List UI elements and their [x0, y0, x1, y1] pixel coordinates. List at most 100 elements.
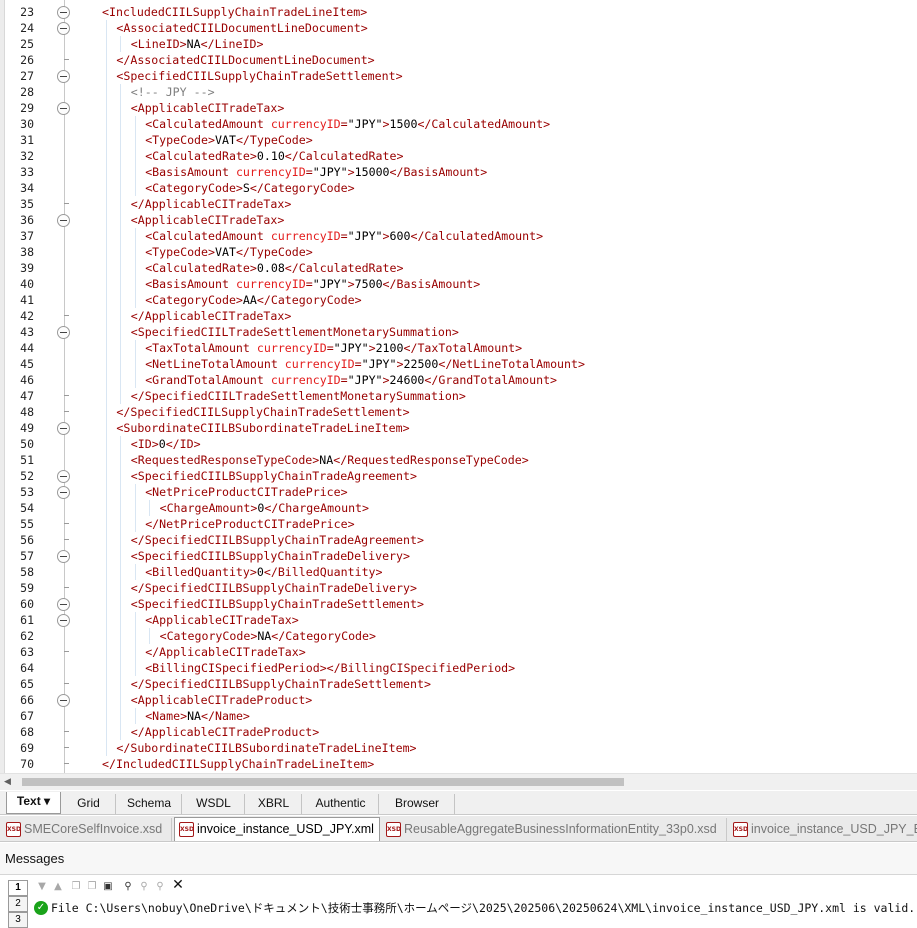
- find-icon[interactable]: ⚲: [122, 881, 134, 893]
- code-line[interactable]: 50 <ID>0</ID>: [0, 436, 917, 452]
- xml-text-editor[interactable]: 23 <IncludedCIILSupplyChainTradeLineItem>…: [0, 0, 917, 773]
- code-line[interactable]: 59 </SpecifiedCIILBSupplyChainTradeDelive…: [0, 580, 917, 596]
- code-line[interactable]: 39 <CalculatedRate>0.08</CalculatedRate>: [0, 260, 917, 276]
- message-tab-1[interactable]: 1: [8, 880, 28, 896]
- code-line[interactable]: 62 <CategoryCode>NA</CategoryCode>: [0, 628, 917, 644]
- chevron-down-icon[interactable]: ▾: [44, 794, 50, 808]
- code-line[interactable]: 36 <ApplicableCITradeTax>: [0, 212, 917, 228]
- collapse-fold-icon[interactable]: [57, 614, 70, 627]
- xml-tag: </SpecifiedCIILBSupplyChainTradeDelivery…: [130, 581, 417, 595]
- collapse-fold-icon[interactable]: [57, 470, 70, 483]
- collapse-fold-icon[interactable]: [57, 486, 70, 499]
- code-line[interactable]: 43 <SpecifiedCIILTradeSettlementMonetaryS…: [0, 324, 917, 340]
- tab-text[interactable]: Text ▾: [6, 792, 61, 814]
- tab-grid[interactable]: Grid: [62, 794, 116, 814]
- code-text: </SubordinateCIILBSubordinateTradeLineIt…: [116, 740, 416, 756]
- file-tab-invoice-instance-usd-jpy[interactable]: XSD invoice_instance_USD_JPY.xml: [174, 817, 380, 841]
- code-line[interactable]: 52 <SpecifiedCIILBSupplyChainTradeAgreeme…: [0, 468, 917, 484]
- horizontal-scrollbar-thumb[interactable]: [22, 778, 624, 786]
- code-line[interactable]: 68 </ApplicableCITradeProduct>: [0, 724, 917, 740]
- file-tab-smecoreselfinvoice[interactable]: XSD SMECoreSelfInvoice.xsd: [2, 818, 172, 841]
- collapse-fold-icon[interactable]: [57, 70, 70, 83]
- collapse-fold-icon[interactable]: [57, 598, 70, 611]
- collapse-fold-icon[interactable]: [57, 214, 70, 227]
- horizontal-scrollbar[interactable]: ◀: [0, 773, 917, 790]
- collapse-fold-icon[interactable]: [57, 694, 70, 707]
- copy-message-icon[interactable]: ❐: [70, 881, 82, 893]
- code-line[interactable]: 53 <NetPriceProductCITradePrice>: [0, 484, 917, 500]
- xml-tag: </CategoryCode>: [256, 293, 362, 307]
- indent-guide: [120, 308, 122, 324]
- code-line[interactable]: 55 </NetPriceProductCITradePrice>: [0, 516, 917, 532]
- find-next-icon[interactable]: ⚲: [138, 881, 150, 893]
- messages-title: Messages: [5, 851, 65, 866]
- code-line[interactable]: 33 <BasisAmount currencyID="JPY">15000</B…: [0, 164, 917, 180]
- file-tab-reusable-aggregate[interactable]: XSD ReusableAggregateBusinessInformation…: [382, 818, 727, 841]
- previous-up-icon[interactable]: ▲: [52, 881, 64, 893]
- code-line[interactable]: 51 <RequestedResponseTypeCode>NA</Request…: [0, 452, 917, 468]
- copy-all-messages-icon[interactable]: ▣: [102, 881, 114, 893]
- code-line[interactable]: 67 <Name>NA</Name>: [0, 708, 917, 724]
- code-line[interactable]: 60 <SpecifiedCIILBSupplyChainTradeSettlem…: [0, 596, 917, 612]
- code-line[interactable]: 65 </SpecifiedCIILBSupplyChainTradeSettle…: [0, 676, 917, 692]
- code-line[interactable]: 46 <GrandTotalAmount currencyID="JPY">246…: [0, 372, 917, 388]
- tab-schema[interactable]: Schema: [117, 794, 182, 814]
- code-line[interactable]: 45 <NetLineTotalAmount currencyID="JPY">2…: [0, 356, 917, 372]
- collapse-fold-icon[interactable]: [57, 550, 70, 563]
- line-number: 25: [20, 37, 34, 51]
- tab-browser[interactable]: Browser: [380, 794, 455, 814]
- copy-all-icon[interactable]: ❐: [86, 881, 98, 893]
- code-line[interactable]: 32 <CalculatedRate>0.10</CalculatedRate>: [0, 148, 917, 164]
- collapse-fold-icon[interactable]: [57, 326, 70, 339]
- xml-tag: <LineID>: [130, 37, 187, 51]
- code-line[interactable]: 69 </SubordinateCIILBSubordinateTradeLine…: [0, 740, 917, 756]
- xml-tag: </ApplicableCITradeTax>: [130, 197, 292, 211]
- code-line[interactable]: 30 <CalculatedAmount currencyID="JPY">150…: [0, 116, 917, 132]
- code-line[interactable]: 25 <LineID>NA</LineID>: [0, 36, 917, 52]
- tab-authentic[interactable]: Authentic: [303, 794, 379, 814]
- code-line[interactable]: 70 </IncludedCIILSupplyChainTradeLineItem…: [0, 756, 917, 772]
- collapse-fold-icon[interactable]: [57, 102, 70, 115]
- code-line[interactable]: 34 <CategoryCode>S</CategoryCode>: [0, 180, 917, 196]
- code-line[interactable]: 24 <AssociatedCIILDocumentLineDocument>: [0, 20, 917, 36]
- code-line[interactable]: 23 <IncludedCIILSupplyChainTradeLineItem>: [0, 4, 917, 20]
- code-line[interactable]: 61 <ApplicableCITradeTax>: [0, 612, 917, 628]
- code-line[interactable]: 37 <CalculatedAmount currencyID="JPY">600…: [0, 228, 917, 244]
- code-line[interactable]: 35 </ApplicableCITradeTax>: [0, 196, 917, 212]
- code-line[interactable]: 54 <ChargeAmount>0</ChargeAmount>: [0, 500, 917, 516]
- tab-wsdl[interactable]: WSDL: [183, 794, 245, 814]
- code-line[interactable]: 48 </SpecifiedCIILSupplyChainTradeSettlem…: [0, 404, 917, 420]
- code-line[interactable]: 57 <SpecifiedCIILBSupplyChainTradeDeliver…: [0, 548, 917, 564]
- next-down-icon[interactable]: ▼: [36, 881, 48, 893]
- xml-tag: <TypeCode>: [145, 245, 215, 259]
- xml-tag: <TypeCode>: [145, 133, 215, 147]
- message-tab-2[interactable]: 2: [8, 896, 28, 912]
- message-tab-3[interactable]: 3: [8, 912, 28, 928]
- code-line[interactable]: 42 </ApplicableCITradeTax>: [0, 308, 917, 324]
- tab-xbrl[interactable]: XBRL: [246, 794, 302, 814]
- collapse-fold-icon[interactable]: [57, 6, 70, 19]
- code-line[interactable]: 47 </SpecifiedCIILTradeSettlementMonetary…: [0, 388, 917, 404]
- code-line[interactable]: 63 </ApplicableCITradeTax>: [0, 644, 917, 660]
- code-line[interactable]: 66 <ApplicableCITradeProduct>: [0, 692, 917, 708]
- code-line[interactable]: 58 <BilledQuantity>0</BilledQuantity>: [0, 564, 917, 580]
- find-previous-icon[interactable]: ⚲: [154, 881, 166, 893]
- code-line[interactable]: 49 <SubordinateCIILBSubordinateTradeLineI…: [0, 420, 917, 436]
- file-tab-invoice-instance-err[interactable]: XSD invoice_instance_USD_JPY_Err: [729, 818, 917, 841]
- collapse-fold-icon[interactable]: [57, 422, 70, 435]
- collapse-fold-icon[interactable]: [57, 22, 70, 35]
- code-line[interactable]: 64 <BillingCISpecifiedPeriod></BillingCIS…: [0, 660, 917, 676]
- scroll-left-arrow-icon[interactable]: ◀: [4, 777, 11, 787]
- code-line[interactable]: 38 <TypeCode>VAT</TypeCode>: [0, 244, 917, 260]
- code-line[interactable]: 44 <TaxTotalAmount currencyID="JPY">2100<…: [0, 340, 917, 356]
- code-line[interactable]: 26 </AssociatedCIILDocumentLineDocument>: [0, 52, 917, 68]
- indent-guide: [106, 500, 107, 516]
- code-line[interactable]: 29 <ApplicableCITradeTax>: [0, 100, 917, 116]
- code-line[interactable]: 41 <CategoryCode>AA</CategoryCode>: [0, 292, 917, 308]
- code-line[interactable]: 27 <SpecifiedCIILSupplyChainTradeSettleme…: [0, 68, 917, 84]
- code-line[interactable]: 28 <!-- JPY -->: [0, 84, 917, 100]
- code-line[interactable]: 31 <TypeCode>VAT</TypeCode>: [0, 132, 917, 148]
- code-line[interactable]: 56 </SpecifiedCIILBSupplyChainTradeAgreem…: [0, 532, 917, 548]
- close-icon[interactable]: ✕: [172, 878, 184, 892]
- code-line[interactable]: 40 <BasisAmount currencyID="JPY">7500</Ba…: [0, 276, 917, 292]
